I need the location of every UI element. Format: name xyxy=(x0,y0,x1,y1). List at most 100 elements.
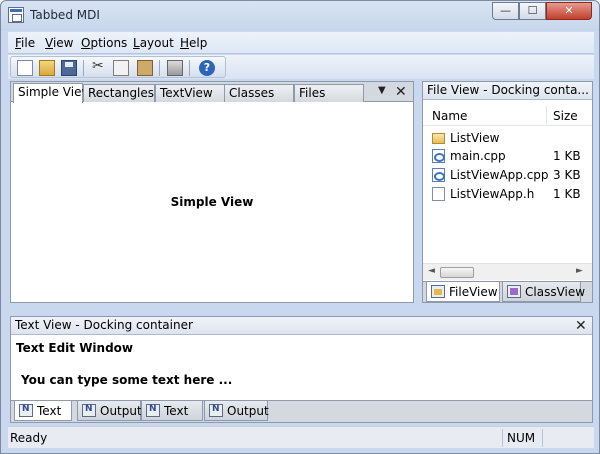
tab-classes[interactable]: Classes xyxy=(224,84,294,102)
file-size: 1 KB xyxy=(553,149,581,163)
menu-view-accel: V xyxy=(45,36,53,50)
menu-bar: File View Options Layout Help xyxy=(8,32,594,54)
app-window: Tabbed MDI — ☐ ✕ File View Options Layou… xyxy=(0,0,600,454)
column-header-size[interactable]: Size xyxy=(553,109,578,123)
close-tab-icon[interactable]: ✕ xyxy=(395,85,407,99)
tab-text-label: Text xyxy=(37,404,62,418)
file-view-header[interactable]: File View - Docking conta... xyxy=(423,82,592,100)
toolbar-strip: ? xyxy=(10,56,226,78)
menu-options-label: ptions xyxy=(90,36,128,50)
file-view-dock: File View - Docking conta... Name Size L… xyxy=(422,81,593,303)
tab-rectangles[interactable]: Rectangles xyxy=(83,84,155,102)
tab-classview[interactable]: ClassView xyxy=(502,282,585,302)
close-dock-icon[interactable]: ✕ xyxy=(575,319,587,333)
simple-view-label: Simple View xyxy=(170,195,254,209)
tab-files[interactable]: Files xyxy=(294,84,364,102)
file-size: 1 KB xyxy=(553,187,581,201)
file-name: main.cpp xyxy=(450,149,506,163)
tab-textview[interactable]: TextView xyxy=(155,84,225,102)
classview-icon xyxy=(507,285,521,298)
scrollbar-thumb[interactable] xyxy=(440,267,474,278)
menu-layout-accel: L xyxy=(133,36,140,50)
maximize-button[interactable]: ☐ xyxy=(519,2,546,20)
file-view-title: File View - Docking conta... xyxy=(427,83,589,97)
open-folder-icon[interactable] xyxy=(39,60,55,76)
window-title: Tabbed MDI xyxy=(30,8,100,22)
app-icon[interactable] xyxy=(8,7,24,23)
tab-fileview[interactable]: FileView xyxy=(426,282,500,302)
horizontal-scrollbar[interactable]: ◄ ► xyxy=(423,263,592,280)
menu-help-label: elp xyxy=(189,36,208,50)
tab-simple-view[interactable]: Simple View xyxy=(13,83,91,103)
toolbar-separator xyxy=(83,60,84,76)
tab-text[interactable]: Text xyxy=(14,401,72,421)
header-file-icon xyxy=(432,187,445,201)
output-doc-icon xyxy=(209,404,223,417)
menu-file-label: ile xyxy=(21,36,36,50)
menu-view[interactable]: View xyxy=(45,36,73,50)
file-name: ListView xyxy=(450,131,500,145)
text-view-header[interactable]: Text View - Docking container ✕ xyxy=(11,317,592,335)
column-divider[interactable] xyxy=(546,106,547,124)
tab-text-2-label: Text xyxy=(164,404,189,418)
file-row[interactable]: main.cpp 1 KB xyxy=(423,147,592,165)
text-doc-icon xyxy=(146,404,160,417)
file-view-tab-strip: FileView ClassView xyxy=(423,281,592,302)
output-doc-icon xyxy=(82,404,96,417)
save-icon[interactable] xyxy=(61,60,77,76)
menu-layout[interactable]: Layout xyxy=(133,36,174,50)
menu-options[interactable]: Options xyxy=(81,36,127,50)
tab-text-2[interactable]: Text xyxy=(141,401,203,421)
folder-icon xyxy=(432,133,445,144)
copy-icon[interactable] xyxy=(113,60,129,76)
text-edit-area[interactable]: You can type some text here ... xyxy=(21,373,232,387)
new-file-icon[interactable] xyxy=(17,60,33,76)
status-text: Ready xyxy=(10,431,48,445)
minimize-button[interactable]: — xyxy=(492,2,519,20)
status-num-indicator: NUM xyxy=(502,429,542,447)
cut-icon[interactable] xyxy=(91,58,107,76)
tab-list-dropdown-icon[interactable]: ▼ xyxy=(378,85,386,96)
scroll-left-icon[interactable]: ◄ xyxy=(428,266,435,276)
scroll-right-icon[interactable]: ► xyxy=(576,266,583,276)
text-view-tab-strip: Text Output Text Output xyxy=(11,400,592,422)
help-icon[interactable]: ? xyxy=(199,60,215,76)
tab-output-label: Output xyxy=(100,404,142,418)
fileview-icon xyxy=(431,285,445,298)
tab-output-2-label: Output xyxy=(227,404,269,418)
menu-layout-label: ayout xyxy=(139,36,174,50)
status-pane-empty xyxy=(542,429,594,447)
column-header-name[interactable]: Name xyxy=(432,109,467,123)
toolbar: ? xyxy=(8,55,594,79)
status-bar: Ready NUM xyxy=(8,426,594,448)
menu-help-accel: H xyxy=(180,36,190,50)
tab-output-2[interactable]: Output xyxy=(204,401,269,421)
file-row[interactable]: ListViewApp.h 1 KB xyxy=(423,185,592,203)
menu-view-label: iew xyxy=(52,36,74,50)
file-size: 3 KB xyxy=(553,168,581,182)
file-name: ListViewApp.h xyxy=(450,187,535,201)
tab-fileview-label: FileView xyxy=(449,285,498,299)
toolbar-separator xyxy=(189,60,190,76)
file-name: ListViewApp.cpp xyxy=(450,168,549,182)
cpp-file-icon xyxy=(432,168,445,182)
text-view-title: Text View - Docking container xyxy=(15,318,193,332)
cpp-file-icon xyxy=(432,149,445,163)
close-window-button[interactable]: ✕ xyxy=(546,2,592,20)
title-bar[interactable]: Tabbed MDI — ☐ ✕ xyxy=(1,1,599,31)
file-list-header: Name Size xyxy=(423,104,592,126)
simple-view-content[interactable]: Simple View xyxy=(11,103,413,302)
tabbed-view-panel: Simple View Rectangles TextView Classes … xyxy=(10,81,414,303)
file-row[interactable]: ListViewApp.cpp 3 KB xyxy=(423,166,592,184)
view-tab-strip: Simple View Rectangles TextView Classes … xyxy=(11,82,413,103)
text-doc-icon xyxy=(19,404,33,417)
menu-file[interactable]: File xyxy=(15,36,35,50)
file-row[interactable]: ListView xyxy=(423,129,592,147)
text-edit-heading: Text Edit Window xyxy=(16,341,134,355)
tab-output[interactable]: Output xyxy=(77,401,142,421)
text-view-dock: Text View - Docking container ✕ Text Edi… xyxy=(10,316,593,423)
menu-help[interactable]: Help xyxy=(180,36,207,50)
toolbar-separator xyxy=(159,60,160,76)
print-icon[interactable] xyxy=(167,60,183,76)
paste-icon[interactable] xyxy=(137,60,153,76)
